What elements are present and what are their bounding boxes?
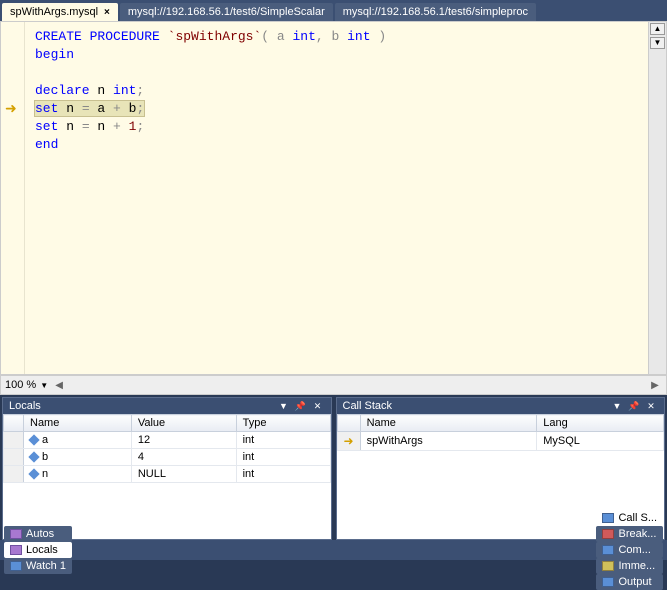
editor-tab-bar: spWithArgs.mysql × mysql://192.168.56.1/te…	[0, 0, 667, 21]
callstack-title: Call Stack	[343, 400, 393, 412]
locals-icon	[10, 545, 22, 555]
status-label: Autos	[26, 528, 54, 540]
break--icon	[602, 529, 614, 539]
call-s--icon	[602, 513, 614, 523]
zoom-bar: 100 % ▼ ◀ ▶	[0, 375, 667, 395]
variable-icon	[28, 468, 39, 479]
zoom-dropdown-icon[interactable]: ▼	[40, 381, 48, 390]
code-line: set n = n + 1;	[35, 118, 638, 136]
tab-label: mysql://192.168.56.1/test6/SimpleScalar	[128, 6, 325, 18]
output-icon	[602, 577, 614, 587]
editor-gutter: ➜	[1, 22, 25, 374]
editor-tab[interactable]: mysql://192.168.56.1/test6/SimpleScalar	[120, 3, 333, 21]
status-tab[interactable]: Imme...	[596, 558, 663, 574]
table-row[interactable]: b4int	[4, 449, 331, 466]
locals-title: Locals	[9, 400, 41, 412]
status-tab[interactable]: Autos	[4, 526, 72, 542]
status-tab[interactable]: Watch 1	[4, 558, 72, 574]
editor-nav-buttons: ▲ ▼	[648, 22, 666, 374]
dropdown-icon[interactable]: ▼	[277, 400, 291, 412]
status-label: Break...	[618, 528, 656, 540]
status-tab[interactable]: Output	[596, 574, 663, 590]
column-header[interactable]: Name	[360, 415, 537, 432]
variable-icon	[28, 451, 39, 462]
status-tab[interactable]: Call S...	[596, 510, 663, 526]
var-value: 12	[131, 432, 236, 449]
status-label: Com...	[618, 544, 650, 556]
nav-up-icon[interactable]: ▲	[650, 23, 665, 35]
var-value: 4	[131, 449, 236, 466]
editor-tab[interactable]: mysql://192.168.56.1/test6/simpleproc	[335, 3, 536, 21]
var-type: int	[236, 432, 330, 449]
tab-label: spWithArgs.mysql	[10, 6, 98, 18]
var-type: int	[236, 466, 330, 483]
status-label: Imme...	[618, 560, 655, 572]
code-line: CREATE PROCEDURE `spWithArgs`( a int, b …	[35, 28, 638, 46]
column-header[interactable]: Type	[236, 415, 330, 432]
autos-icon	[10, 529, 22, 539]
dropdown-icon[interactable]: ▼	[610, 400, 624, 412]
locals-panel: Locals ▼ 📌 ✕ NameValueTypea12intb4intnNU…	[2, 397, 332, 540]
column-header[interactable]: Name	[24, 415, 132, 432]
scroll-left-icon[interactable]: ◀	[52, 380, 66, 391]
locals-grid[interactable]: NameValueTypea12intb4intnNULLint	[3, 414, 331, 539]
table-row[interactable]: ➜ spWithArgsMySQL	[337, 432, 664, 451]
frame-name: spWithArgs	[360, 432, 537, 451]
status-tab[interactable]: Com...	[596, 542, 663, 558]
var-name: n	[24, 466, 132, 483]
pin-icon[interactable]: 📌	[627, 400, 641, 412]
code-line: end	[35, 136, 638, 154]
current-line-arrow-icon: ➜	[5, 100, 17, 117]
close-icon[interactable]: ×	[104, 7, 110, 18]
var-value: NULL	[131, 466, 236, 483]
close-icon[interactable]: ✕	[644, 400, 658, 412]
status-label: Output	[618, 576, 651, 588]
com--icon	[602, 545, 614, 555]
close-icon[interactable]: ✕	[311, 400, 325, 412]
tab-label: mysql://192.168.56.1/test6/simpleproc	[343, 6, 528, 18]
current-frame-arrow-icon: ➜	[344, 434, 354, 448]
status-tab[interactable]: Locals	[4, 542, 72, 558]
status-tab[interactable]: Break...	[596, 526, 663, 542]
variable-icon	[28, 434, 39, 445]
nav-down-icon[interactable]: ▼	[650, 37, 665, 49]
var-name: a	[24, 432, 132, 449]
code-editor[interactable]: CREATE PROCEDURE `spWithArgs`( a int, b …	[25, 22, 648, 374]
status-label: Watch 1	[26, 560, 66, 572]
code-line: declare n int;	[35, 82, 638, 100]
imme--icon	[602, 561, 614, 571]
status-bar: AutosLocalsWatch 1 Call S...Break...Com.…	[0, 540, 667, 560]
frame-lang: MySQL	[537, 432, 664, 451]
status-label: Locals	[26, 544, 58, 556]
code-line: set n = a + b;	[35, 100, 638, 118]
var-name: b	[24, 449, 132, 466]
column-header[interactable]: Lang	[537, 415, 664, 432]
editor-tab[interactable]: spWithArgs.mysql ×	[2, 3, 118, 21]
pin-icon[interactable]: 📌	[294, 400, 308, 412]
watch-1-icon	[10, 561, 22, 571]
var-type: int	[236, 449, 330, 466]
table-row[interactable]: a12int	[4, 432, 331, 449]
table-row[interactable]: nNULLint	[4, 466, 331, 483]
status-label: Call S...	[618, 512, 657, 524]
code-line: begin	[35, 46, 638, 64]
zoom-level[interactable]: 100 %	[5, 379, 36, 391]
scroll-right-icon[interactable]: ▶	[648, 380, 662, 391]
column-header[interactable]: Value	[131, 415, 236, 432]
code-line	[35, 64, 638, 82]
